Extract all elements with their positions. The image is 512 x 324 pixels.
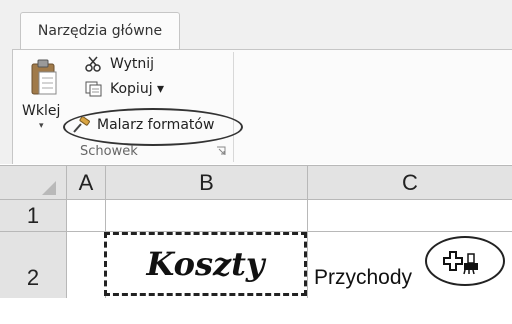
select-all-icon	[42, 181, 56, 195]
cell-c2[interactable]: Przychody	[314, 266, 412, 290]
paste-icon[interactable]	[30, 58, 58, 98]
tab-home[interactable]: Narzędzia główne	[20, 12, 180, 50]
column-header-b[interactable]: B	[106, 166, 307, 199]
ribbon: Narzędzia główne Wklej ▾ Wytnij Kopiuj ▾	[0, 0, 512, 164]
cell-a1[interactable]	[67, 200, 105, 231]
paste-dropdown-arrow[interactable]: ▾	[39, 121, 44, 131]
copy-icon	[85, 81, 102, 97]
format-painter-cursor-icon	[443, 251, 478, 275]
cell-c1[interactable]	[308, 200, 512, 231]
gridline	[307, 166, 308, 298]
clipboard-group-label: Schowek	[80, 144, 138, 159]
select-all-corner[interactable]	[0, 166, 66, 199]
cut-button[interactable]: Wytnij	[84, 56, 154, 72]
cell-b1[interactable]	[106, 200, 307, 231]
format-painter-highlight-oval	[63, 108, 243, 146]
gridline	[0, 165, 512, 166]
dialog-launcher-icon[interactable]	[216, 146, 226, 156]
row-header-2[interactable]: 2	[0, 232, 66, 298]
copy-label: Kopiuj ▾	[110, 81, 165, 97]
paste-button-label[interactable]: Wklej	[22, 103, 60, 119]
copy-button[interactable]: Kopiuj ▾	[84, 81, 164, 97]
cell-b2-copy-marquee[interactable]: Koszty	[104, 232, 307, 296]
scissors-icon	[85, 56, 101, 72]
gridline	[66, 166, 67, 298]
column-header-c[interactable]: C	[308, 166, 512, 199]
group-separator	[233, 52, 234, 162]
cut-label: Wytnij	[110, 56, 155, 72]
column-header-a[interactable]: A	[67, 166, 105, 199]
row-header-1[interactable]: 1	[0, 200, 66, 231]
